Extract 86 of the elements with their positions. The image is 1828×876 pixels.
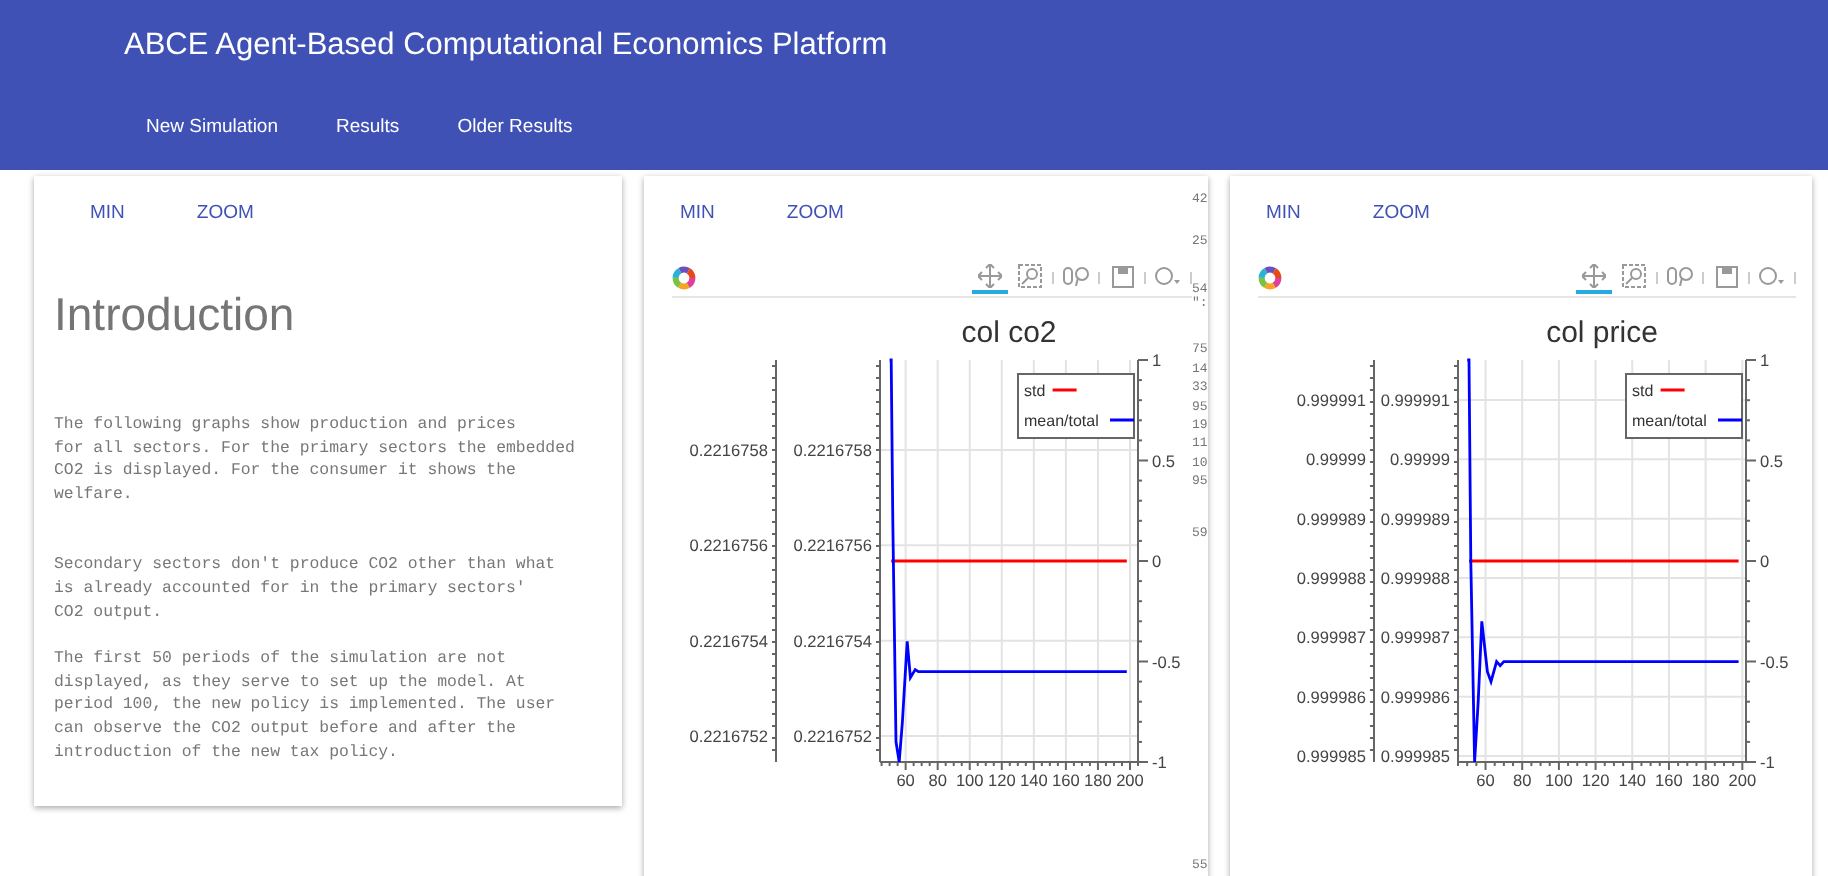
hover-icon	[1758, 266, 1786, 286]
axis-label: 0.999986	[1296, 686, 1366, 707]
intro-paragraph: Secondary sectors don't produce CO2 other than what is already accounted for in the primary sectors' CO2 output.	[54, 554, 558, 625]
axis-label: 180	[1084, 770, 1112, 790]
legend-label: mean/total	[1632, 412, 1707, 430]
card-button[interactable]: MIN	[680, 196, 715, 228]
axis-label: 0.5	[1152, 450, 1176, 471]
axis-label: 160	[1655, 770, 1683, 790]
axis-label: 0.999988	[1296, 568, 1366, 588]
card-button[interactable]: MIN	[1266, 196, 1301, 228]
card-button[interactable]: ZOOM	[1372, 196, 1430, 228]
axis-label: 0.999987	[1296, 627, 1366, 648]
axis-label: 0.2216756	[793, 535, 872, 556]
pan-icon	[1582, 264, 1606, 288]
axis-label: 0.999991	[1380, 390, 1450, 410]
pan-icon	[978, 264, 1002, 288]
axis-label: 0.999989	[1296, 508, 1366, 529]
axis-label: -0.5	[1152, 651, 1181, 672]
axis-label: 0.2216754	[793, 630, 872, 651]
app-title: ABCE Agent-Based Computational Economics Platform	[124, 28, 888, 64]
chart-title: col co2	[961, 316, 1057, 350]
axis-label: 80	[928, 770, 947, 790]
axis-label: 140	[1020, 770, 1048, 790]
axis-label: 0.999987	[1380, 627, 1450, 648]
axis-label: 80	[1512, 770, 1532, 790]
axis-label: 160	[1052, 770, 1080, 790]
axis-label: 0.999986	[1380, 686, 1450, 707]
hover-icon	[1154, 266, 1182, 286]
wheel-zoom-icon	[1666, 266, 1694, 286]
logo-icon	[1258, 266, 1282, 290]
save-icon	[1111, 265, 1133, 287]
axis-label: 0.2216756	[689, 535, 768, 556]
nav-link[interactable]: Results	[336, 116, 400, 138]
axis-label: 0.2216752	[793, 726, 872, 746]
card-button[interactable]: ZOOM	[196, 196, 254, 228]
axis-label: 0.2216758	[689, 440, 768, 460]
card-button[interactable]: ZOOM	[786, 196, 844, 228]
axis-label: 0.99999	[1306, 449, 1366, 470]
toolbar-button[interactable]	[1576, 262, 1612, 294]
axis-label: 60	[896, 770, 915, 790]
axis-label: 60	[1476, 770, 1495, 790]
legend-label: std	[1024, 382, 1046, 400]
axis-label: -0.5	[1760, 651, 1789, 672]
axis-label: 0.2216752	[689, 726, 768, 746]
card-button[interactable]: MIN	[90, 196, 125, 228]
axis-label: 1	[1760, 350, 1770, 370]
axis-label: 0.999991	[1296, 390, 1366, 410]
box-zoom-icon	[1018, 264, 1042, 288]
toolbar-button[interactable]	[1012, 262, 1048, 294]
nav-link[interactable]: New Simulation	[146, 116, 278, 138]
legend-box	[1017, 373, 1135, 439]
axis-label: 180	[1691, 770, 1720, 790]
axis-label: 0.999985	[1380, 746, 1450, 766]
axis-label: 200	[1116, 770, 1144, 790]
legend-box	[1625, 373, 1743, 439]
axis-label: 100	[955, 770, 984, 790]
save-icon	[1715, 265, 1737, 287]
axis-label: 0	[1760, 551, 1770, 571]
axis-label: 0.2216754	[689, 630, 768, 651]
intro-heading: Introduction	[54, 288, 297, 342]
axis-label: 0	[1152, 551, 1162, 571]
intro-paragraph: The first 50 periods of the simulation are not displayed, as they serve to set up the model. At period 100, the new policy is implemented. The user can observe the CO2 output before and after the introduction of the new tax policy.	[54, 648, 558, 765]
wheel-zoom-icon	[1062, 266, 1090, 286]
axis-label: 200	[1728, 770, 1757, 790]
axis-label: 0.999989	[1380, 508, 1450, 529]
axis-label: -1	[1760, 752, 1775, 772]
axis-label: 0.2216758	[793, 440, 872, 460]
axis-label: 120	[987, 770, 1016, 790]
axis-label: 1	[1152, 350, 1162, 370]
logo-icon	[672, 266, 696, 290]
toolbar-button[interactable]	[972, 262, 1008, 294]
axis-label: 0.999985	[1296, 746, 1366, 766]
chart-title: col price	[1546, 316, 1658, 350]
axis-label: 140	[1618, 770, 1647, 790]
axis-label: 100	[1545, 770, 1573, 790]
nav-link[interactable]: Older Results	[457, 116, 573, 138]
axis-label: 120	[1581, 770, 1610, 790]
axis-label: 0.999988	[1380, 568, 1450, 588]
axis-label: 0.5	[1760, 450, 1784, 471]
legend-label: std	[1632, 382, 1654, 400]
axis-label: 0.99999	[1390, 449, 1450, 470]
toolbar-button[interactable]	[1616, 262, 1652, 294]
axis-label: -1	[1152, 752, 1167, 772]
legend-label: mean/total	[1024, 412, 1099, 430]
box-zoom-icon	[1622, 264, 1646, 288]
intro-paragraph: The following graphs show production and prices for all sectors. For the primary sectors the embedded CO2 is displayed. For the consumer it shows the welfare.	[54, 414, 577, 507]
